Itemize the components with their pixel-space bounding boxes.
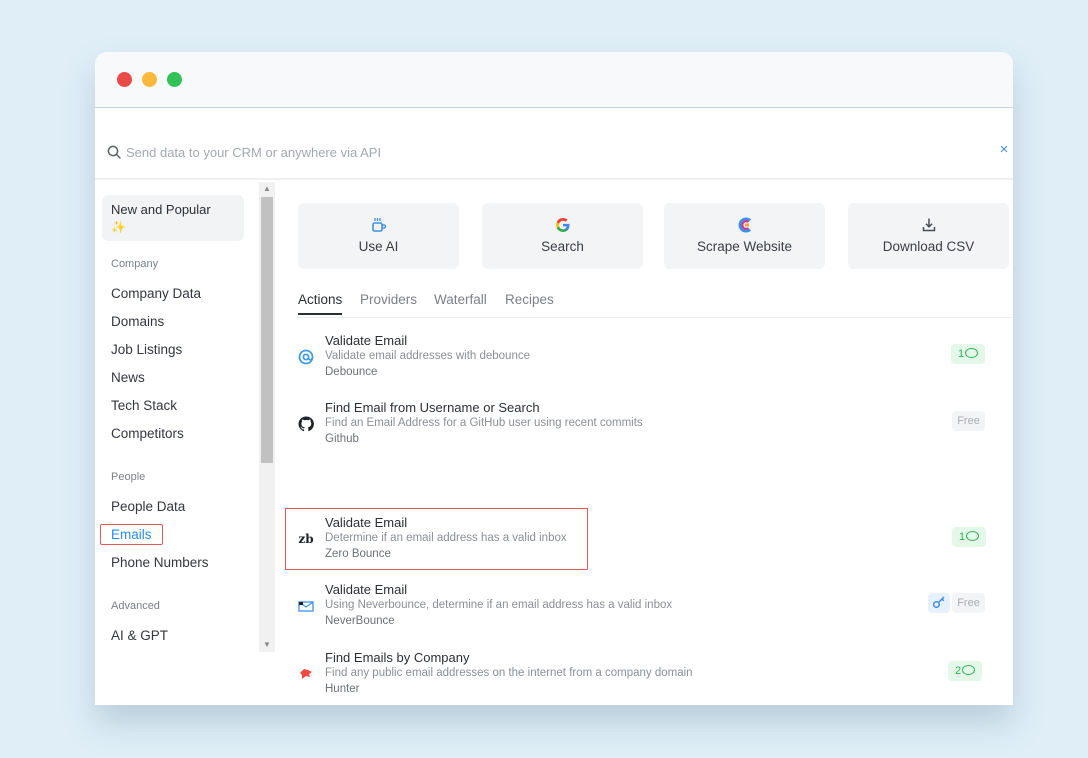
sidebar-item-people-data[interactable]: People Data [111,499,185,514]
quick-action-label: Search [541,239,584,254]
quick-action-label: Scrape Website [696,239,793,254]
tab-waterfall[interactable]: Waterfall [434,292,487,313]
action-description: Find any public email addresses on the i… [325,667,693,679]
main-panel: Use AI Search Scrape Website Download CS… [275,182,1013,695]
sidebar: New and Popular ✨ Company Company Data D… [95,182,259,655]
action-title: Validate Email [325,515,408,530]
action-provider: Hunter [325,683,360,695]
credit-badge: 2 [948,661,982,681]
action-provider: Zero Bounce [325,548,391,560]
sidebar-item-company-data[interactable]: Company Data [111,286,201,301]
credit-badge: 1 [952,527,986,547]
search-input[interactable] [126,142,726,162]
tab-recipes[interactable]: Recipes [505,292,554,313]
quick-action-label: Use AI [358,239,399,254]
scrollbar-thumb[interactable] [261,197,273,463]
action-description: Find an Email Address for a GitHub user … [325,417,643,429]
action-provider: Github [325,433,359,445]
scrape-logo-icon [738,217,751,233]
download-csv-button[interactable]: Download CSV [848,203,1009,269]
action-item-debounce-validate-email[interactable]: Validate Email Validate email addresses … [285,325,1005,387]
minimize-window-button[interactable] [142,72,157,87]
sidebar-item-emails[interactable]: Emails [100,524,163,545]
close-icon[interactable]: × [997,142,1011,158]
sidebar-item-competitors[interactable]: Competitors [111,426,184,441]
coin-icon [966,531,980,541]
sidebar-item-label: New and Popular [111,202,211,217]
sidebar-item-phone-numbers[interactable]: Phone Numbers [111,555,209,570]
sidebar-item-domains[interactable]: Domains [111,314,164,329]
close-window-button[interactable] [117,72,132,87]
sidebar-scrollbar[interactable]: ▲ ▼ [259,182,275,652]
neverbounce-icon [298,601,314,612]
free-badge: Free [952,411,985,431]
api-key-badge[interactable] [928,593,950,613]
credit-count: 2 [954,665,962,677]
credit-count: 1 [957,348,965,360]
sparkle-icon: ✨ [111,220,126,234]
action-item-neverbounce-validate-email[interactable]: Validate Email Using Neverbounce, determ… [285,574,1005,636]
action-description: Determine if an email address has a vali… [325,532,567,544]
scroll-up-arrow-icon[interactable]: ▲ [259,182,275,196]
scroll-down-arrow-icon[interactable]: ▼ [259,638,275,652]
quick-action-label: Download CSV [882,239,975,254]
action-description: Validate email addresses with debounce [325,350,530,362]
sidebar-item-news[interactable]: News [111,370,145,385]
search-icon [107,145,121,159]
sidebar-section-people: People [111,471,146,483]
search-bar: × [95,109,1013,180]
hunter-icon [300,669,312,679]
action-description: Using Neverbounce, determine if an email… [325,599,673,611]
sidebar-item-job-listings[interactable]: Job Listings [111,342,182,357]
free-badge: Free [952,593,985,613]
sidebar-section-advanced: Advanced [111,600,160,612]
credit-count: 1 [958,531,966,543]
action-item-hunter-find-emails[interactable]: Find Emails by Company Find any public e… [285,642,1005,704]
sidebar-section-company: Company [111,258,159,270]
title-bar [95,52,1013,108]
action-item-zerobounce-validate-email[interactable]: zb Validate Email Determine if an email … [285,508,588,570]
coin-icon [965,348,979,358]
action-title: Validate Email [325,333,408,348]
credit-badge: 1 [951,344,985,364]
sidebar-item-new-and-popular[interactable]: New and Popular ✨ [102,195,244,241]
action-item-github-find-email[interactable]: Find Email from Username or Search Find … [285,392,1005,454]
tab-actions[interactable]: Actions [298,292,343,315]
action-title: Validate Email [325,582,408,597]
action-title: Find Email from Username or Search [325,400,540,415]
search-button[interactable]: Search [482,203,643,269]
action-provider: Debounce [325,366,378,378]
at-sign-icon [298,349,314,365]
maximize-window-button[interactable] [167,72,182,87]
google-icon [555,218,569,232]
tab-providers[interactable]: Providers [360,292,417,313]
action-provider: NeverBounce [325,615,395,627]
coin-icon [962,665,976,675]
tab-bar: Actions Providers Waterfall Recipes [298,292,1013,318]
use-ai-button[interactable]: Use AI [298,203,459,269]
app-window: × New and Popular ✨ Company Company Data… [95,52,1013,705]
github-icon [298,416,314,432]
key-icon [932,596,945,609]
sidebar-item-ai-gpt[interactable]: AI & GPT [111,628,168,643]
scrape-website-button[interactable]: Scrape Website [664,203,825,269]
zerobounce-icon: zb [298,532,314,546]
download-icon [922,218,935,232]
sidebar-item-tech-stack[interactable]: Tech Stack [111,398,177,413]
action-title: Find Emails by Company [325,650,470,665]
coffee-cup-icon [371,218,386,232]
